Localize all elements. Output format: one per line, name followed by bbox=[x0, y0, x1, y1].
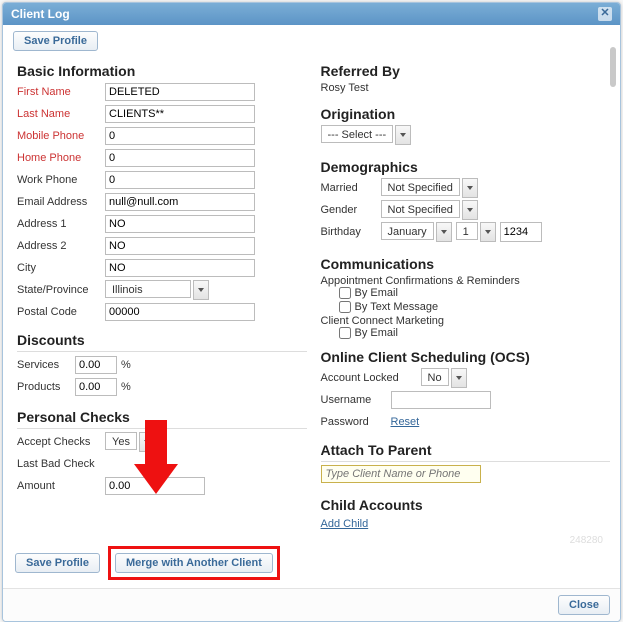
section-parent: Attach To Parent bbox=[321, 442, 611, 458]
section-discounts: Discounts bbox=[17, 332, 307, 348]
reset-password-link[interactable]: Reset bbox=[391, 416, 420, 428]
chk-appt-text[interactable]: By Text Message bbox=[339, 301, 611, 313]
top-toolbar: Save Profile bbox=[3, 25, 620, 53]
gender-select[interactable]: Not Specified bbox=[381, 200, 478, 220]
chevron-down-icon bbox=[451, 368, 467, 388]
label-locked: Account Locked bbox=[321, 372, 421, 384]
married-value: Not Specified bbox=[381, 178, 460, 196]
state-value: Illinois bbox=[105, 280, 191, 298]
label-work: Work Phone bbox=[17, 174, 105, 186]
label-first-name: First Name bbox=[17, 86, 105, 98]
chevron-down-icon bbox=[436, 222, 452, 242]
married-select[interactable]: Not Specified bbox=[381, 178, 478, 198]
close-icon[interactable]: ✕ bbox=[598, 7, 612, 21]
save-profile-button-bottom[interactable]: Save Profile bbox=[15, 553, 100, 573]
referred-value: Rosy Test bbox=[321, 82, 611, 94]
state-select[interactable]: Illinois bbox=[105, 280, 209, 300]
label-accept-checks: Accept Checks bbox=[17, 436, 105, 448]
chk-appt-email[interactable]: By Email bbox=[339, 287, 611, 299]
accept-value: Yes bbox=[105, 432, 137, 450]
pct-services: % bbox=[121, 359, 131, 371]
save-profile-button-top[interactable]: Save Profile bbox=[13, 31, 98, 51]
section-origination: Origination bbox=[321, 106, 611, 122]
dialog-title: Client Log bbox=[11, 7, 70, 21]
chevron-down-icon bbox=[462, 200, 478, 220]
pct-products: % bbox=[121, 381, 131, 393]
label-username: Username bbox=[321, 394, 391, 406]
label-last-name: Last Name bbox=[17, 108, 105, 120]
right-column: Referred By Rosy Test Origination --- Se… bbox=[321, 57, 611, 530]
chevron-down-icon bbox=[193, 280, 209, 300]
chevron-down-icon bbox=[462, 178, 478, 198]
section-communications: Communications bbox=[321, 256, 611, 272]
red-arrow-annotation bbox=[134, 420, 178, 498]
section-ocs: Online Client Scheduling (OCS) bbox=[321, 349, 611, 365]
label-amount: Amount bbox=[17, 480, 105, 492]
address2-field[interactable] bbox=[105, 237, 255, 255]
origination-select[interactable]: --- Select --- bbox=[321, 125, 412, 145]
bday-value: 1 bbox=[456, 222, 478, 240]
locked-value: No bbox=[421, 368, 449, 386]
origination-value: --- Select --- bbox=[321, 125, 394, 143]
dialog-footer: Close bbox=[3, 588, 620, 621]
section-demographics: Demographics bbox=[321, 159, 611, 175]
form-content: Basic Information First Name Last Name M… bbox=[3, 53, 620, 538]
close-button[interactable]: Close bbox=[558, 595, 610, 615]
section-basic-info: Basic Information bbox=[17, 63, 307, 79]
merge-client-button[interactable]: Merge with Another Client bbox=[115, 553, 273, 573]
section-children: Child Accounts bbox=[321, 497, 611, 513]
bmonth-value: January bbox=[381, 222, 434, 240]
label-password: Password bbox=[321, 416, 391, 428]
scrollbar-thumb[interactable] bbox=[610, 47, 616, 87]
comms-appt-text: Appointment Confirmations & Reminders bbox=[321, 275, 611, 287]
postal-field[interactable] bbox=[105, 303, 255, 321]
checkbox-icon[interactable] bbox=[339, 287, 351, 299]
ghost-id: 248280 bbox=[570, 535, 603, 546]
label-mobile: Mobile Phone bbox=[17, 130, 105, 142]
label-email: Email Address bbox=[17, 196, 105, 208]
bottom-toolbar: Save Profile Merge with Another Client bbox=[3, 538, 620, 588]
birthday-day-select[interactable]: 1 bbox=[456, 222, 496, 242]
label-products: Products bbox=[17, 381, 75, 393]
chevron-down-icon bbox=[480, 222, 496, 242]
label-gender: Gender bbox=[321, 204, 381, 216]
checkbox-icon[interactable] bbox=[339, 301, 351, 313]
merge-highlight: Merge with Another Client bbox=[108, 546, 280, 580]
address1-field[interactable] bbox=[105, 215, 255, 233]
home-phone-field[interactable] bbox=[105, 149, 255, 167]
label-birthday: Birthday bbox=[321, 226, 381, 238]
label-state: State/Province bbox=[17, 284, 105, 296]
birthday-month-select[interactable]: January bbox=[381, 222, 452, 242]
label-last-bad: Last Bad Check bbox=[17, 458, 105, 470]
chevron-down-icon bbox=[395, 125, 411, 145]
label-home: Home Phone bbox=[17, 152, 105, 164]
first-name-field[interactable] bbox=[105, 83, 255, 101]
label-married: Married bbox=[321, 182, 381, 194]
last-name-field[interactable] bbox=[105, 105, 255, 123]
label-addr2: Address 2 bbox=[17, 240, 105, 252]
label-city: City bbox=[17, 262, 105, 274]
birthday-year-field[interactable] bbox=[500, 222, 542, 242]
gender-value: Not Specified bbox=[381, 200, 460, 218]
checkbox-icon[interactable] bbox=[339, 327, 351, 339]
label-services: Services bbox=[17, 359, 75, 371]
work-phone-field[interactable] bbox=[105, 171, 255, 189]
chk-ccm-email[interactable]: By Email bbox=[339, 327, 611, 339]
client-log-dialog: Client Log ✕ Save Profile Basic Informat… bbox=[2, 2, 621, 622]
comms-ccm-text: Client Connect Marketing bbox=[321, 315, 611, 327]
services-discount-field[interactable] bbox=[75, 356, 117, 374]
add-child-link[interactable]: Add Child bbox=[321, 518, 369, 530]
username-field[interactable] bbox=[391, 391, 491, 409]
email-field[interactable] bbox=[105, 193, 255, 211]
parent-search-field[interactable] bbox=[321, 465, 481, 483]
locked-select[interactable]: No bbox=[421, 368, 467, 388]
mobile-phone-field[interactable] bbox=[105, 127, 255, 145]
label-postal: Postal Code bbox=[17, 306, 105, 318]
dialog-titlebar: Client Log ✕ bbox=[3, 3, 620, 25]
label-addr1: Address 1 bbox=[17, 218, 105, 230]
products-discount-field[interactable] bbox=[75, 378, 117, 396]
section-referred: Referred By bbox=[321, 63, 611, 79]
city-field[interactable] bbox=[105, 259, 255, 277]
